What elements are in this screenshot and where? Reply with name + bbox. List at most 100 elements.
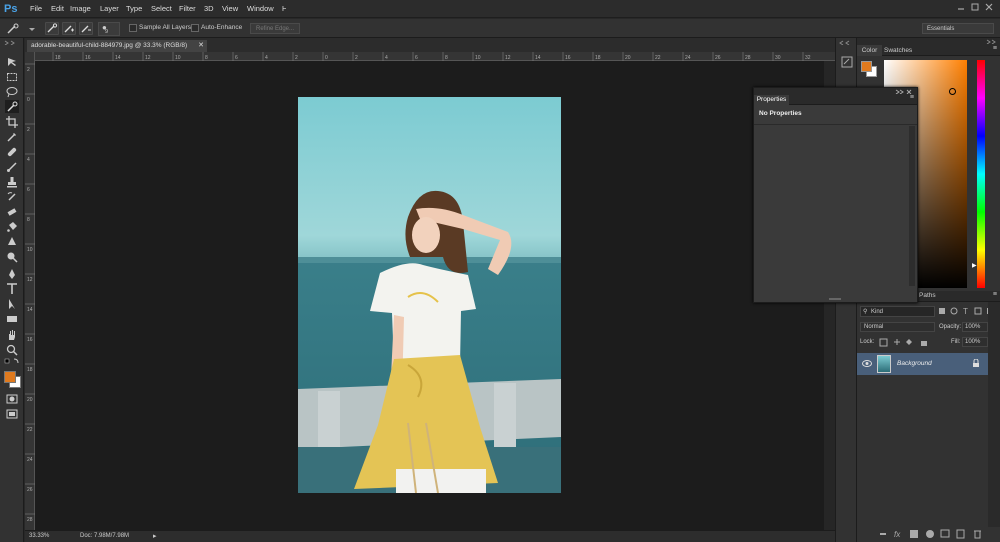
horizontal-ruler[interactable]: 18 16 14 12 10 8 6 4 2 0 2 4 6 8 10 12 14 16 18 20 22 24 26 28 3…	[35, 52, 835, 61]
menu-edit[interactable]: Edit	[51, 3, 64, 15]
collapse-dock-icon[interactable]	[985, 39, 997, 44]
fx-icon[interactable]: fx	[894, 530, 901, 539]
menu-layer[interactable]: Layer	[100, 3, 119, 15]
quick-selection-tool[interactable]	[5, 100, 19, 113]
drop-icon	[8, 236, 16, 245]
adjust-brush-icon[interactable]	[841, 56, 853, 68]
fill-field[interactable]: 100%	[962, 337, 988, 347]
document-image[interactable]	[298, 97, 561, 493]
blend-mode-select[interactable]: Normal	[860, 322, 935, 332]
color-picker-cursor[interactable]	[949, 88, 956, 95]
rectangle-tool[interactable]	[5, 312, 19, 325]
history-brush-tool[interactable]	[5, 190, 19, 203]
visibility-eye-icon[interactable]	[862, 360, 872, 367]
add-to-selection-button[interactable]	[62, 22, 76, 35]
ruler-tick-label: 26	[715, 55, 721, 61]
hue-slider[interactable]	[977, 60, 985, 288]
opacity-value: 100%	[965, 324, 981, 330]
properties-resize-grip[interactable]	[829, 298, 841, 300]
workspace-select[interactable]: Essentials	[922, 23, 994, 34]
refine-edge-button[interactable]: Refine Edge...	[250, 23, 300, 34]
collapse-arrows-icon[interactable]	[3, 40, 21, 45]
ruler-tick-label: 24	[685, 55, 691, 61]
brush-size-picker[interactable]: ● 9	[98, 22, 120, 36]
tab-color[interactable]: Color	[857, 45, 882, 56]
menu-help[interactable]: Help	[282, 3, 286, 15]
menu-3d[interactable]: 3D	[204, 3, 214, 15]
close-tab-icon[interactable]: ✕	[198, 40, 204, 52]
properties-menu-icon[interactable]: ≡	[910, 94, 914, 101]
ruler-tick-label: 18	[595, 55, 601, 61]
dodge-icon	[7, 252, 18, 263]
quick-mask-button[interactable]	[5, 392, 19, 405]
zoom-level[interactable]: 33.33%	[29, 533, 49, 539]
lasso-tool[interactable]	[5, 85, 19, 98]
layer-name[interactable]: Background	[897, 360, 932, 367]
subtract-from-selection-button[interactable]	[79, 22, 93, 35]
path-selection-tool[interactable]	[5, 297, 19, 310]
menu-select[interactable]: Select	[151, 3, 172, 15]
layers-scrollbar[interactable]	[988, 302, 1000, 527]
lock-icons[interactable]	[879, 338, 939, 347]
new-layer-icon[interactable]	[956, 529, 965, 539]
eraser-tool[interactable]	[5, 205, 19, 218]
document-tab[interactable]: adorable-beautiful-child-884979.jpg @ 33…	[27, 40, 207, 52]
tab-paths[interactable]: Paths	[919, 292, 936, 299]
move-tool[interactable]	[5, 55, 19, 68]
ruler-tick-label: 32	[805, 55, 811, 61]
layer-filter-select[interactable]: ⚲ Kind	[860, 306, 935, 317]
menu-file[interactable]: File	[30, 3, 42, 15]
vertical-ruler-tick-label: 22	[27, 427, 33, 433]
properties-scrollbar[interactable]	[909, 126, 915, 286]
layers-menu-icon[interactable]: ≡	[993, 291, 997, 298]
ruler-tick-label: 6	[235, 55, 238, 61]
menu-bar: Ps File Edit Image Layer Type Select Fil…	[0, 0, 1000, 18]
hand-tool[interactable]	[5, 328, 19, 341]
vertical-ruler[interactable]: 2024681012141618202224262830	[25, 52, 35, 530]
sample-all-layers-checkbox[interactable]	[129, 24, 137, 32]
opacity-field[interactable]: 100%	[962, 322, 988, 332]
zoom-tool[interactable]	[5, 343, 19, 356]
healing-brush-tool[interactable]	[5, 145, 19, 158]
default-colors-icon[interactable]	[4, 358, 20, 368]
brush-tool[interactable]	[5, 160, 19, 173]
eyedropper-tool[interactable]	[5, 130, 19, 143]
maximize-icon[interactable]	[970, 2, 980, 12]
foreground-color-swatch[interactable]	[4, 371, 16, 383]
screen-mode-button[interactable]	[5, 407, 19, 420]
menu-window[interactable]: Window	[247, 3, 274, 15]
adjustment-layer-icon[interactable]	[926, 530, 934, 538]
ruler-tick-label: 14	[115, 55, 121, 61]
hue-slider-marker-icon[interactable]: ▶	[972, 262, 977, 269]
menu-filter[interactable]: Filter	[179, 3, 196, 15]
menu-type[interactable]: Type	[126, 3, 142, 15]
blur-tool[interactable]	[5, 235, 19, 248]
layer-thumbnail	[877, 355, 891, 373]
tab-properties[interactable]: Properties	[754, 95, 789, 105]
tool-preset-picker[interactable]	[5, 23, 35, 35]
ruler-tick-label: 6	[415, 55, 418, 61]
pen-tool[interactable]	[5, 267, 19, 280]
dodge-tool[interactable]	[5, 250, 19, 263]
crop-tool[interactable]	[5, 115, 19, 128]
panel-foreground-swatch[interactable]	[861, 61, 872, 72]
menu-view[interactable]: View	[222, 3, 238, 15]
paint-bucket-tool[interactable]	[5, 220, 19, 233]
status-menu-arrow-icon[interactable]: ▸	[153, 532, 157, 540]
tab-swatches[interactable]: Swatches	[884, 45, 912, 56]
layer-row-background[interactable]: Background	[857, 353, 988, 375]
menu-image[interactable]: Image	[70, 3, 91, 15]
auto-enhance-checkbox[interactable]	[191, 24, 199, 32]
close-icon[interactable]	[984, 2, 994, 12]
new-group-icon[interactable]	[940, 529, 950, 538]
clone-stamp-tool[interactable]	[5, 175, 19, 188]
add-mask-icon[interactable]	[910, 530, 918, 538]
marquee-tool[interactable]	[5, 70, 19, 83]
new-selection-button[interactable]	[45, 22, 59, 35]
minimize-icon[interactable]	[956, 2, 966, 12]
expand-arrows-icon[interactable]	[838, 40, 856, 45]
properties-titlebar[interactable]	[754, 88, 917, 95]
panel-menu-icon[interactable]: ≡	[993, 45, 997, 52]
delete-layer-icon[interactable]	[974, 530, 981, 539]
type-tool[interactable]	[5, 282, 19, 295]
